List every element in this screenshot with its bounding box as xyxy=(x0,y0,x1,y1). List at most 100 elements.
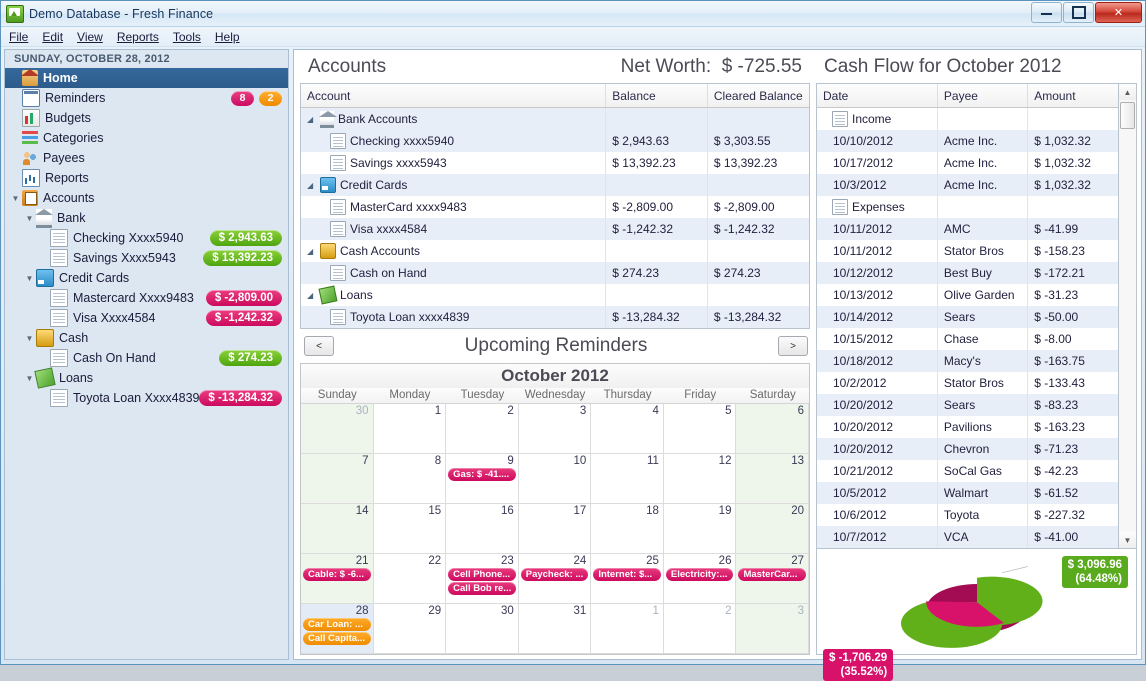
collapse-twisty-icon[interactable]: ◢ xyxy=(307,181,316,190)
calendar-day-cell[interactable]: 2 xyxy=(664,604,737,653)
calendar-day-cell[interactable]: 24Paycheck: ... xyxy=(519,554,592,603)
table-row[interactable]: 10/12/2012Best Buy$ -172.21 xyxy=(817,262,1118,284)
col-date[interactable]: Date xyxy=(817,84,937,108)
calendar-day-cell[interactable]: 21Cable: $ -6... xyxy=(301,554,374,603)
calendar-day-cell[interactable]: 5 xyxy=(664,404,737,453)
collapse-twisty-icon[interactable]: ◢ xyxy=(307,291,316,300)
table-row[interactable]: 10/11/2012Stator Bros$ -158.23 xyxy=(817,240,1118,262)
expand-twisty-icon[interactable]: ▼ xyxy=(23,274,36,283)
table-row[interactable]: 10/15/2012Chase$ -8.00 xyxy=(817,328,1118,350)
calendar-day-cell[interactable]: 19 xyxy=(664,504,737,553)
calendar-reminder-chip[interactable]: Car Loan: ... xyxy=(303,618,371,631)
calendar-day-cell[interactable]: 20 xyxy=(736,504,809,553)
accounts-grid[interactable]: Account Balance Cleared Balance ◢Bank Ac… xyxy=(300,83,810,329)
maximize-button[interactable] xyxy=(1063,2,1094,23)
menu-reports[interactable]: Reports xyxy=(117,30,159,44)
sidebar-item-cash-on-hand[interactable]: Cash On Hand$ 274.23 xyxy=(5,348,288,368)
collapse-twisty-icon[interactable]: ◢ xyxy=(307,115,316,124)
table-row[interactable]: ◢Cash Accounts xyxy=(301,240,809,262)
calendar-day-cell[interactable]: 9Gas: $ -41.... xyxy=(446,454,519,503)
calendar-day-cell[interactable]: 28Car Loan: ...Call Capita... xyxy=(301,604,374,653)
calendar-reminder-chip[interactable]: Electricity:... xyxy=(666,568,734,581)
calendar-day-cell[interactable]: 7 xyxy=(301,454,374,503)
calendar-reminder-chip[interactable]: Paycheck: ... xyxy=(521,568,589,581)
calendar-reminder-chip[interactable]: MasterCar... xyxy=(738,568,806,581)
prev-month-button[interactable]: < xyxy=(304,336,334,356)
calendar-day-cell[interactable]: 2 xyxy=(446,404,519,453)
cashflow-grid[interactable]: Date Payee Amount Income10/10/2012Acme I… xyxy=(816,83,1118,549)
table-row[interactable]: Toyota Loan xxxx4839$ -13,284.32$ -13,28… xyxy=(301,306,809,328)
next-month-button[interactable]: > xyxy=(778,336,808,356)
calendar-day-cell[interactable]: 4 xyxy=(591,404,664,453)
sidebar-item-checking-xxxx5940[interactable]: Checking Xxxx5940$ 2,943.63 xyxy=(5,228,288,248)
table-row[interactable]: ◢Credit Cards xyxy=(301,174,809,196)
table-row[interactable]: 10/5/2012Walmart$ -61.52 xyxy=(817,482,1118,504)
sidebar-item-accounts[interactable]: ▼Accounts xyxy=(5,188,288,208)
sidebar-item-reports[interactable]: Reports xyxy=(5,168,288,188)
sidebar-item-credit-cards[interactable]: ▼Credit Cards xyxy=(5,268,288,288)
calendar-day-cell[interactable]: 1 xyxy=(591,604,664,653)
calendar-day-cell[interactable]: 30 xyxy=(446,604,519,653)
menu-tools[interactable]: Tools xyxy=(173,30,201,44)
table-row[interactable]: 10/21/2012SoCal Gas$ -42.23 xyxy=(817,460,1118,482)
calendar-day-cell[interactable]: 18 xyxy=(591,504,664,553)
col-balance[interactable]: Balance xyxy=(606,84,708,108)
calendar-reminder-chip[interactable]: Call Bob re... xyxy=(448,582,516,595)
calendar-day-cell[interactable]: 29 xyxy=(374,604,447,653)
scroll-up-button[interactable]: ▲ xyxy=(1119,84,1136,100)
sidebar-item-cash[interactable]: ▼Cash xyxy=(5,328,288,348)
scroll-down-button[interactable]: ▼ xyxy=(1119,532,1136,548)
menu-help[interactable]: Help xyxy=(215,30,240,44)
calendar-day-cell[interactable]: 27MasterCar... xyxy=(736,554,809,603)
expand-twisty-icon[interactable]: ▼ xyxy=(23,214,36,223)
calendar-day-cell[interactable]: 16 xyxy=(446,504,519,553)
col-payee[interactable]: Payee xyxy=(937,84,1027,108)
calendar-day-cell[interactable]: 15 xyxy=(374,504,447,553)
calendar-day-cell[interactable]: 1 xyxy=(374,404,447,453)
calendar-reminder-chip[interactable]: Internet: $... xyxy=(593,568,661,581)
table-row[interactable]: 10/11/2012AMC$ -41.99 xyxy=(817,218,1118,240)
close-button[interactable]: ✕ xyxy=(1095,2,1142,23)
calendar-reminder-chip[interactable]: Call Capita... xyxy=(303,632,371,645)
table-row[interactable]: Savings xxxx5943$ 13,392.23$ 13,392.23 xyxy=(301,152,809,174)
table-row[interactable]: Visa xxxx4584$ -1,242.32$ -1,242.32 xyxy=(301,218,809,240)
menu-edit[interactable]: Edit xyxy=(42,30,63,44)
calendar-day-cell[interactable]: 13 xyxy=(736,454,809,503)
table-row[interactable]: 10/3/2012Acme Inc.$ 1,032.32 xyxy=(817,174,1118,196)
table-row[interactable]: MasterCard xxxx9483$ -2,809.00$ -2,809.0… xyxy=(301,196,809,218)
table-row[interactable]: 10/7/2012VCA$ -41.00 xyxy=(817,526,1118,548)
table-row[interactable]: 10/6/2012Toyota$ -227.32 xyxy=(817,504,1118,526)
calendar-reminder-chip[interactable]: Gas: $ -41.... xyxy=(448,468,516,481)
table-row[interactable]: Cash on Hand$ 274.23$ 274.23 xyxy=(301,262,809,284)
calendar-day-cell[interactable]: 11 xyxy=(591,454,664,503)
expand-twisty-icon[interactable]: ▼ xyxy=(23,374,36,383)
sidebar-item-loans[interactable]: ▼Loans xyxy=(5,368,288,388)
menu-view[interactable]: View xyxy=(77,30,103,44)
sidebar-item-bank[interactable]: ▼Bank xyxy=(5,208,288,228)
table-row[interactable]: 10/20/2012Sears$ -83.23 xyxy=(817,394,1118,416)
expand-twisty-icon[interactable]: ▼ xyxy=(9,194,22,203)
sidebar-item-categories[interactable]: Categories xyxy=(5,128,288,148)
calendar-day-cell[interactable]: 31 xyxy=(519,604,592,653)
calendar-day-cell[interactable]: 3 xyxy=(736,604,809,653)
sidebar-item-mastercard-xxxx9483[interactable]: Mastercard Xxxx9483$ -2,809.00 xyxy=(5,288,288,308)
sidebar-item-toyota-loan-xxxx4839[interactable]: Toyota Loan Xxxx4839$ -13,284.32 xyxy=(5,388,288,408)
table-row[interactable]: 10/13/2012Olive Garden$ -31.23 xyxy=(817,284,1118,306)
col-amount[interactable]: Amount xyxy=(1028,84,1118,108)
sidebar-item-home[interactable]: Home xyxy=(5,68,288,88)
table-row[interactable]: 10/17/2012Acme Inc.$ 1,032.32 xyxy=(817,152,1118,174)
calendar-day-cell[interactable]: 8 xyxy=(374,454,447,503)
table-row[interactable]: 10/2/2012Stator Bros$ -133.43 xyxy=(817,372,1118,394)
calendar-day-cell[interactable]: 3 xyxy=(519,404,592,453)
cashflow-scrollbar[interactable]: ▲ ▼ xyxy=(1118,83,1137,549)
table-row[interactable]: ◢Bank Accounts xyxy=(301,108,809,131)
calendar-reminder-chip[interactable]: Cell Phone... xyxy=(448,568,516,581)
table-row[interactable]: 10/14/2012Sears$ -50.00 xyxy=(817,306,1118,328)
table-row[interactable]: Income xyxy=(817,108,1118,131)
sidebar-item-payees[interactable]: Payees xyxy=(5,148,288,168)
calendar-day-cell[interactable]: 10 xyxy=(519,454,592,503)
sidebar-item-reminders[interactable]: Reminders82 xyxy=(5,88,288,108)
sidebar-item-budgets[interactable]: Budgets xyxy=(5,108,288,128)
table-row[interactable]: ◢Loans xyxy=(301,284,809,306)
calendar-day-cell[interactable]: 25Internet: $... xyxy=(591,554,664,603)
